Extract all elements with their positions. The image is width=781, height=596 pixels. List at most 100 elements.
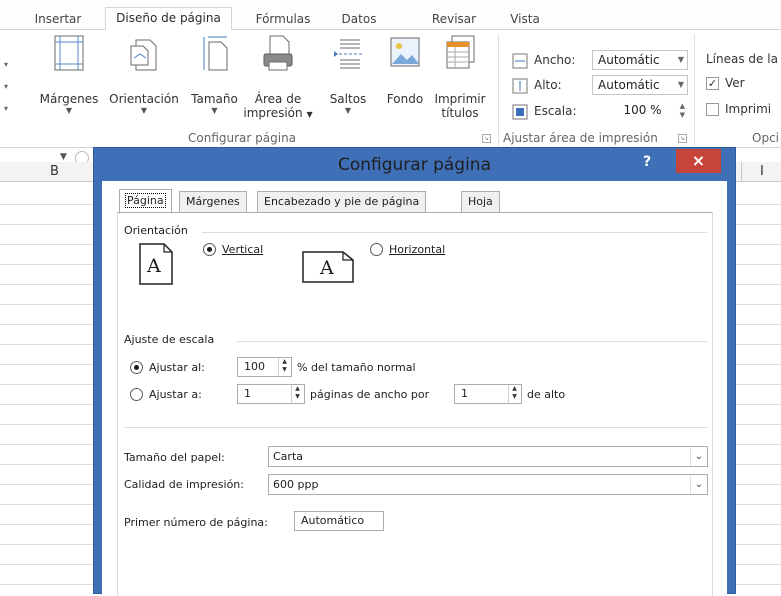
tab-formulas[interactable]: Fórmulas: [246, 9, 320, 30]
width-row: Ancho: Automátic ▼: [512, 50, 702, 72]
scale-to-fit-group-label: Ajustar área de impresión: [503, 131, 658, 145]
scale-icon: [512, 104, 528, 120]
spinner-icon[interactable]: ▲ ▼: [291, 385, 303, 403]
print-area-icon: [263, 35, 293, 71]
print-area-button[interactable]: Área de impresión ▼: [242, 34, 314, 122]
chevron-down-icon[interactable]: ⌄: [690, 447, 707, 466]
tab-revisar[interactable]: Revisar: [423, 9, 485, 30]
width-icon: [512, 53, 528, 69]
page-setup-dialog: Configurar página ? × Página Márgenes En…: [93, 147, 736, 596]
dialog-titlebar[interactable]: Configurar página ? ×: [94, 148, 735, 181]
breaks-icon: [334, 39, 362, 69]
orientation-label: Orientación: [109, 92, 179, 106]
spinner-icon[interactable]: ▲ ▼: [508, 385, 520, 403]
scale-to-fit-launcher-icon[interactable]: ↘: [678, 134, 687, 143]
chevron-down-icon: ▼: [677, 80, 684, 89]
page-setup-launcher-icon[interactable]: ↘: [482, 134, 491, 143]
checkbox-checked-icon[interactable]: ✓: [706, 77, 719, 90]
fit-tall-suffix: de alto: [527, 388, 566, 401]
margins-button[interactable]: Márgenes ▼: [34, 34, 104, 115]
portrait-letter: A: [147, 255, 161, 277]
chevron-down-icon: ▼: [65, 106, 73, 115]
print-quality-select[interactable]: 600 ppp ⌄: [268, 474, 708, 495]
gridlines-view-label: Ver: [725, 76, 745, 90]
print-titles-label-1: Imprimir: [434, 92, 486, 106]
tab-margenes[interactable]: Márgenes: [179, 191, 247, 213]
adjust-to-suffix: % del tamaño normal: [297, 361, 416, 374]
spinner-icon[interactable]: ▲ ▼: [680, 102, 685, 120]
first-page-number-label: Primer número de página:: [124, 516, 268, 529]
margins-icon: [54, 35, 84, 71]
adjust-to-label[interactable]: Ajustar al:: [149, 361, 205, 374]
print-area-label-1: Área de: [254, 92, 302, 106]
tab-hoja[interactable]: Hoja: [461, 191, 500, 213]
gridlines-print-label: Imprimi: [725, 102, 772, 116]
print-area-label-2: impresión ▼: [243, 106, 313, 120]
fit-tall-input[interactable]: 1 ▲ ▼: [454, 384, 522, 404]
size-icon: [203, 36, 227, 71]
divider: [741, 162, 742, 182]
breaks-label: Saltos: [329, 92, 367, 106]
background-button[interactable]: Fondo: [380, 34, 430, 106]
margins-label: Márgenes: [39, 92, 99, 106]
ribbon: ▾▾▾ Márgenes ▼ Orientación ▼ Tamaño ▼: [0, 30, 781, 148]
tab-vista[interactable]: Vista: [505, 9, 545, 30]
tab-datos[interactable]: Datos: [332, 9, 386, 30]
horizontal-radio[interactable]: [370, 243, 383, 256]
fit-wide-suffix: páginas de ancho por: [310, 388, 430, 401]
adjust-to-radio[interactable]: [130, 361, 143, 374]
divider: [498, 34, 499, 146]
print-titles-button[interactable]: Imprimir títulos: [430, 34, 490, 120]
chevron-down-icon[interactable]: ⌄: [690, 475, 707, 494]
adjust-to-input[interactable]: 100 ▲ ▼: [237, 357, 292, 377]
tab-encabezado-pie[interactable]: Encabezado y pie de página: [257, 191, 427, 213]
paper-size-label: Tamaño del papel:: [124, 451, 225, 464]
width-label: Ancho:: [534, 53, 576, 67]
fit-to-radio[interactable]: [130, 388, 143, 401]
fit-to-label[interactable]: Ajustar a:: [149, 388, 202, 401]
tab-diseno-de-pagina[interactable]: Diseño de página: [105, 7, 232, 31]
chevron-down-icon: ▼: [677, 55, 684, 64]
divider: [124, 427, 707, 428]
help-button[interactable]: ?: [639, 154, 655, 172]
height-row: Alto: Automátic ▼: [512, 75, 702, 97]
scale-label: Escala:: [534, 104, 577, 118]
tab-pagina[interactable]: Página: [119, 189, 172, 214]
dialog-body: Página Márgenes Encabezado y pie de pági…: [102, 181, 727, 596]
gridlines-title: Líneas de la: [706, 52, 778, 66]
orientation-section-label: Orientación: [124, 224, 188, 237]
spinner-icon[interactable]: ▲ ▼: [278, 358, 290, 376]
horizontal-label[interactable]: Horizontal: [389, 243, 445, 256]
orientation-button[interactable]: Orientación ▼: [104, 34, 184, 115]
paper-size-select[interactable]: Carta ⌄: [268, 446, 708, 467]
print-titles-icon: [446, 35, 475, 69]
first-page-number-input[interactable]: Automático: [294, 511, 384, 531]
vertical-radio[interactable]: [203, 243, 216, 256]
column-b[interactable]: B: [50, 164, 59, 179]
landscape-letter: A: [320, 257, 334, 279]
chevron-down-icon: ▼: [140, 106, 148, 115]
overflow-arrows: ▾ ▾ ▾: [4, 60, 9, 113]
close-button[interactable]: ×: [676, 149, 721, 173]
sheet-options-group-label: Opci: [752, 131, 779, 145]
fit-wide-input[interactable]: 1 ▲ ▼: [237, 384, 305, 404]
height-select[interactable]: Automátic ▼: [592, 75, 688, 95]
tab-insertar[interactable]: Insertar: [27, 9, 89, 30]
print-quality-label: Calidad de impresión:: [124, 478, 244, 491]
chevron-down-icon: ▼: [344, 106, 352, 115]
height-label: Alto:: [534, 78, 562, 92]
size-button[interactable]: Tamaño ▼: [187, 34, 242, 115]
checkbox-unchecked-icon[interactable]: [706, 103, 719, 116]
print-titles-label-2: títulos: [441, 106, 479, 120]
width-select[interactable]: Automátic ▼: [592, 50, 688, 70]
column-i[interactable]: I: [760, 164, 764, 179]
divider: [237, 341, 707, 342]
scale-input[interactable]: 100 % ▲ ▼: [592, 101, 688, 121]
vertical-label[interactable]: Vertical: [222, 243, 263, 256]
orientation-icon: [130, 39, 157, 71]
scaling-section-label: Ajuste de escala: [124, 333, 215, 346]
background-label: Fondo: [386, 92, 424, 106]
scale-row: Escala: 100 % ▲ ▼: [512, 101, 702, 123]
namebox-dropdown-icon[interactable]: ▼: [60, 152, 67, 162]
breaks-button[interactable]: Saltos ▼: [326, 34, 370, 115]
